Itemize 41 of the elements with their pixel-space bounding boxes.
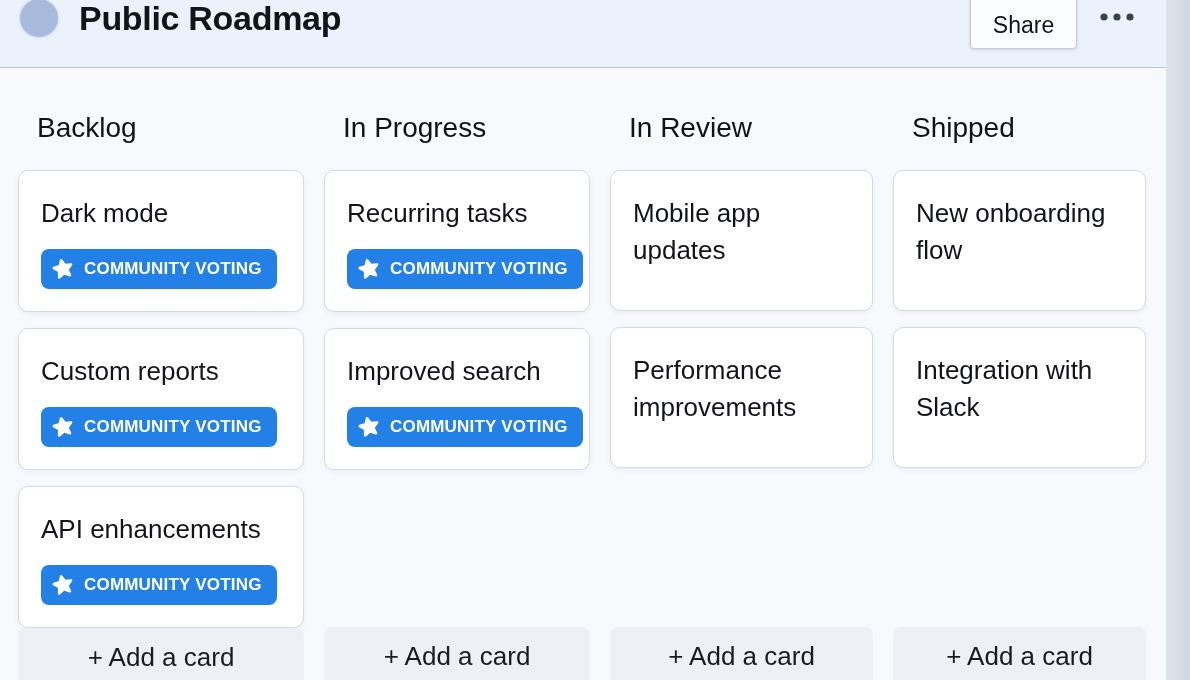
card-title: Improved search: [347, 355, 542, 388]
card-title: API enhancements: [41, 513, 262, 546]
tag-label: COMMUNITY VOTING: [84, 575, 262, 595]
column-heading: Backlog: [36, 111, 138, 145]
more-icon[interactable]: [1100, 13, 1134, 21]
roadmap-card[interactable]: API enhancements COMMUNITY VOTING: [18, 486, 304, 628]
roadmap-card[interactable]: Improved search COMMUNITY VOTING: [324, 328, 590, 470]
roadmap-card[interactable]: Dark mode COMMUNITY VOTING: [18, 170, 304, 312]
add-card-button[interactable]: + Add a card: [893, 627, 1146, 680]
card-title: Performance improvements: [633, 354, 798, 424]
roadmap-card[interactable]: Custom reports COMMUNITY VOTING: [18, 328, 304, 470]
tag-label: COMMUNITY VOTING: [84, 259, 262, 279]
star-icon: [357, 257, 381, 281]
add-card-button[interactable]: + Add a card: [18, 628, 304, 680]
card-title: Mobile app updates: [633, 197, 762, 267]
add-card-button[interactable]: + Add a card: [610, 627, 873, 680]
roadmap-card[interactable]: Performance improvements: [610, 327, 873, 468]
tag-label: COMMUNITY VOTING: [84, 417, 262, 437]
column-heading: In Progress: [342, 111, 488, 145]
avatar-icon: [20, 0, 58, 37]
roadmap-card[interactable]: Recurring tasks COMMUNITY VOTING: [324, 170, 590, 312]
card-title: Recurring tasks: [347, 197, 529, 230]
column-heading: In Review: [628, 111, 753, 145]
page-title: Public Roadmap: [79, 0, 342, 37]
scrollbar-track[interactable]: [1166, 0, 1190, 680]
card-title: Custom reports: [41, 355, 220, 388]
roadmap-card[interactable]: New onboarding flow: [893, 170, 1146, 311]
card-title: Dark mode: [41, 197, 170, 230]
star-icon: [51, 415, 75, 439]
star-icon: [51, 257, 75, 281]
column-heading: Shipped: [911, 111, 1016, 145]
share-button[interactable]: Share: [970, 0, 1077, 49]
card-title: Integration with Slack: [916, 354, 1094, 424]
star-icon: [51, 573, 75, 597]
star-icon: [357, 415, 381, 439]
roadmap-card[interactable]: Mobile app updates: [610, 170, 873, 311]
card-title: New onboarding flow: [916, 197, 1107, 267]
roadmap-card[interactable]: Integration with Slack: [893, 327, 1146, 468]
add-card-button[interactable]: + Add a card: [324, 627, 590, 680]
tag-label: COMMUNITY VOTING: [390, 259, 568, 279]
tag-label: COMMUNITY VOTING: [390, 417, 568, 437]
